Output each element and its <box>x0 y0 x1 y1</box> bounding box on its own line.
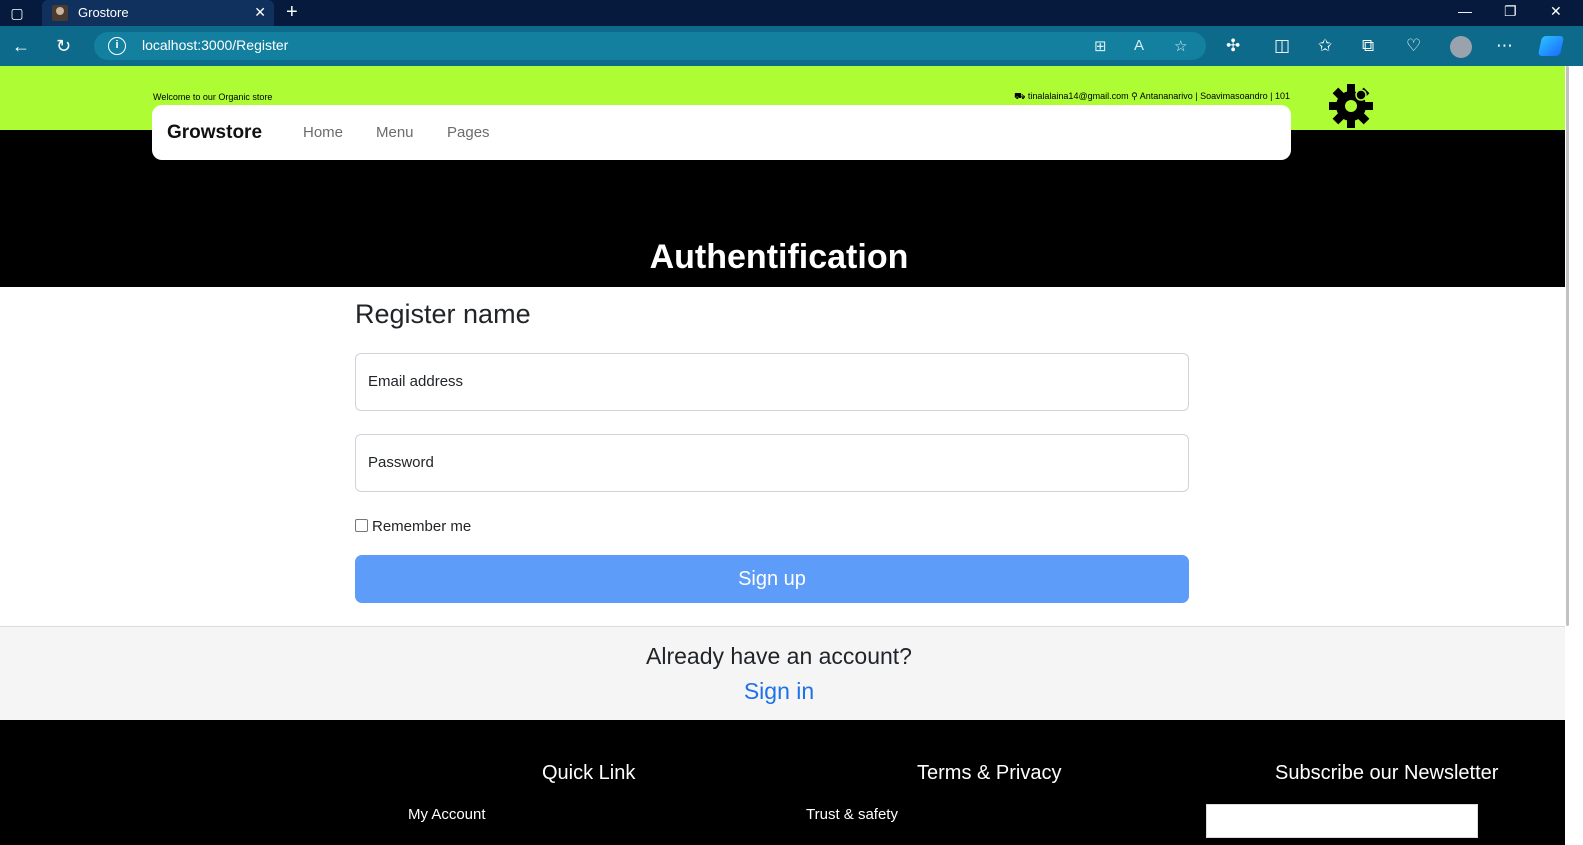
email-field[interactable]: Email address <box>355 353 1189 411</box>
signin-question: Already have an account? <box>646 643 912 669</box>
brand-logo[interactable]: Growstore <box>167 122 262 144</box>
address-bar[interactable]: i localhost:3000/Register ⊞ A ☆ <box>94 32 1206 60</box>
browser-toolbar: ← ↻ i localhost:3000/Register ⊞ A ☆ ✣ ◫ … <box>0 26 1583 66</box>
browser-tab-bar: ▢ Grostore ✕ + — ❐ ✕ <box>0 0 1583 26</box>
copilot-icon[interactable] <box>1537 36 1565 56</box>
welcome-text: Welcome to our Organic store <box>153 92 273 102</box>
search-icon: ⚲ <box>1131 91 1138 101</box>
truck-icon: ⛟ <box>1014 91 1026 101</box>
back-icon[interactable]: ← <box>12 35 30 57</box>
sign-up-button[interactable]: Sign up <box>355 555 1189 603</box>
site-info-icon[interactable]: i <box>108 37 126 55</box>
page-title: Authentification <box>649 238 909 276</box>
footer: Quick Link Terms & Privacy Subscribe our… <box>0 720 1565 845</box>
browser-essentials-icon[interactable]: ♡ <box>1406 36 1421 56</box>
footer-newsletter-heading: Subscribe our Newsletter <box>1275 762 1499 784</box>
sign-in-link[interactable]: Sign in <box>0 678 1558 705</box>
new-tab-icon[interactable]: + <box>286 1 298 23</box>
nav-home[interactable]: Home <box>303 124 343 141</box>
password-field[interactable]: Password <box>355 434 1189 492</box>
scrollbar-thumb[interactable] <box>1566 66 1569 626</box>
profile-avatar[interactable] <box>1450 36 1472 58</box>
contact-email: tinalalaina14@gmail.com <box>1027 91 1129 101</box>
read-aloud-icon[interactable]: A <box>1134 37 1144 54</box>
favorite-star-icon[interactable]: ☆ <box>1174 37 1187 55</box>
page-scrollbar[interactable] <box>1565 66 1583 845</box>
breadcrumb-current: Authentification <box>742 290 896 312</box>
breadcrumb: Home > Authentification <box>0 286 1558 314</box>
email-label: Email address <box>368 373 464 390</box>
settings-more-icon[interactable]: ⋯ <box>1496 36 1513 56</box>
favorites-icon[interactable]: ✩ <box>1318 36 1332 56</box>
split-screen-icon[interactable]: ◫ <box>1274 36 1290 56</box>
remember-label: Remember me <box>372 518 472 535</box>
settings-gear-icon[interactable] <box>1328 83 1374 129</box>
browser-tab[interactable]: Grostore ✕ <box>42 0 274 26</box>
app-available-icon[interactable]: ⊞ <box>1094 37 1107 55</box>
tab-close-icon[interactable]: ✕ <box>254 4 266 21</box>
contact-address: Antananarivo | Soavimasoandro | 101 <box>1139 91 1290 101</box>
breadcrumb-separator: > <box>724 286 739 313</box>
nav-pages[interactable]: Pages <box>447 124 490 141</box>
breadcrumb-home[interactable]: Home <box>663 290 719 312</box>
minimize-icon[interactable]: — <box>1458 3 1472 19</box>
collections-icon[interactable]: ⧉ <box>1362 36 1374 56</box>
extensions-icon[interactable]: ✣ <box>1226 36 1240 56</box>
footer-quick-link-heading: Quick Link <box>542 762 636 784</box>
newsletter-email-input[interactable] <box>1206 804 1478 838</box>
main-navbar: Growstore Home Menu Pages <box>152 105 1291 160</box>
nav-menu[interactable]: Menu <box>376 124 414 141</box>
password-label: Password <box>368 454 434 471</box>
remember-me[interactable]: Remember me <box>355 518 471 535</box>
restore-icon[interactable]: ❐ <box>1504 3 1517 20</box>
footer-my-account-link[interactable]: My Account <box>408 806 486 823</box>
form-title: Register name <box>355 299 531 329</box>
footer-terms-heading: Terms & Privacy <box>917 762 1062 784</box>
url-text[interactable]: localhost:3000/Register <box>142 37 288 53</box>
tab-title: Grostore <box>78 5 129 20</box>
web-page: Welcome to our Organic store ⛟ tinalalai… <box>0 66 1565 845</box>
refresh-icon[interactable]: ↻ <box>56 35 71 57</box>
tab-actions-icon[interactable]: ▢ <box>8 4 26 22</box>
footer-trust-link[interactable]: Trust & safety <box>806 806 898 823</box>
remember-checkbox[interactable] <box>355 519 368 532</box>
contact-info: ⛟ tinalalaina14@gmail.com ⚲ Antananarivo… <box>1014 91 1290 103</box>
close-window-icon[interactable]: ✕ <box>1550 3 1562 20</box>
signin-prompt: Already have an account? Sign in <box>0 626 1565 720</box>
site-favicon-icon <box>52 5 68 21</box>
